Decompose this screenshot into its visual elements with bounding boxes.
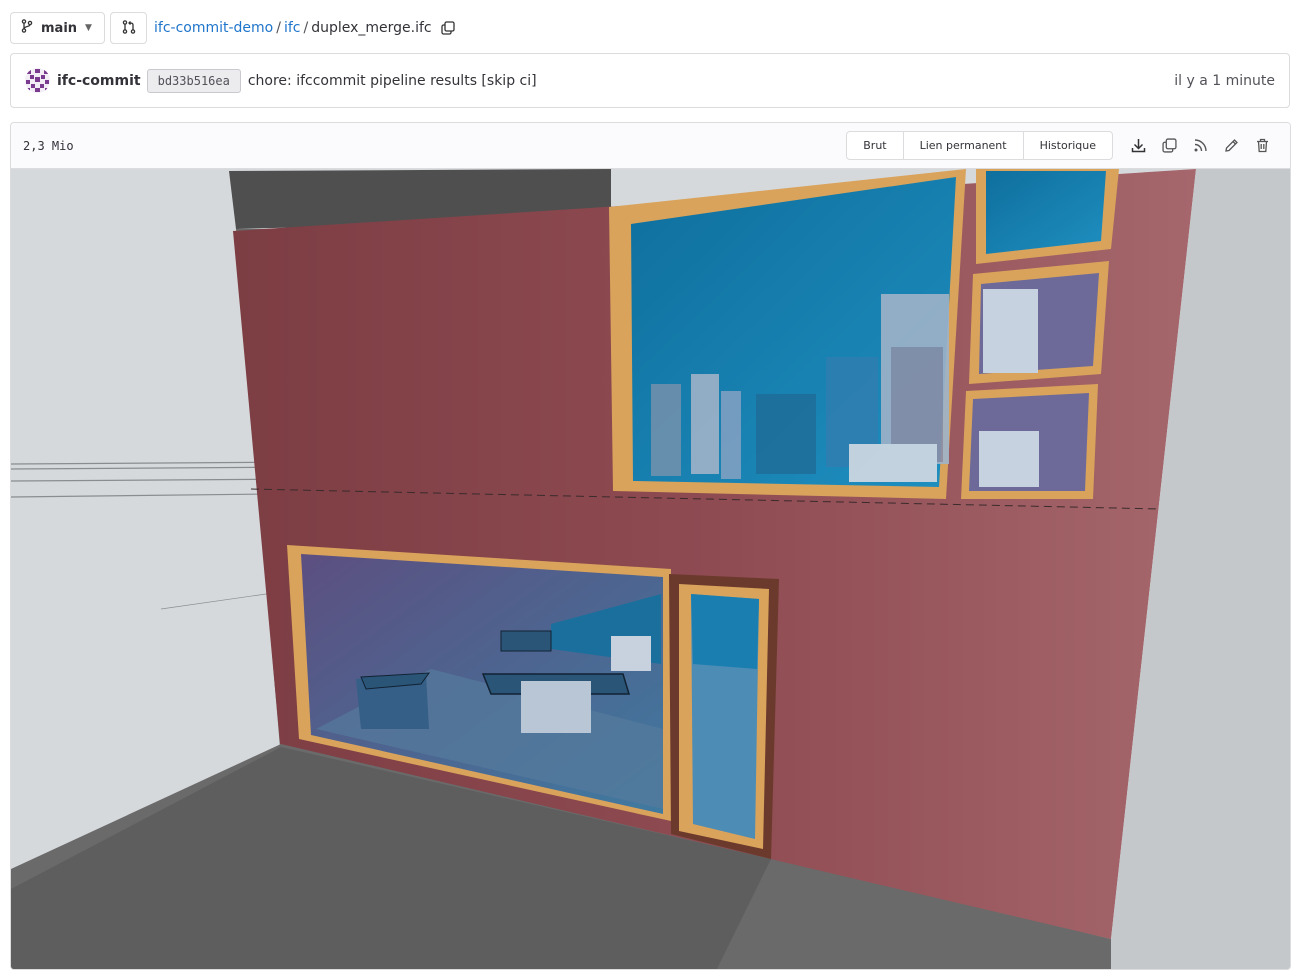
copy-path-icon[interactable]: [440, 21, 455, 35]
commit-message[interactable]: chore: ifccommit pipeline results [skip …: [248, 73, 537, 89]
commit-time: il y a 1 minute: [1174, 72, 1275, 89]
upper-right-furniture-1: [983, 289, 1038, 373]
breadcrumb-separator: /: [276, 20, 281, 36]
merge-request-icon: [122, 19, 136, 38]
rss-icon[interactable]: [1185, 131, 1216, 160]
file-header: 2,3 Mio Brut Lien permanent Historique: [11, 123, 1290, 169]
commit-author[interactable]: ifc-commit: [57, 73, 141, 89]
merge-request-button[interactable]: [110, 12, 147, 44]
branch-icon: [21, 19, 33, 37]
upper-right-furniture-2: [979, 431, 1039, 487]
permalink-button[interactable]: Lien permanent: [902, 132, 1023, 159]
commit-sha-badge[interactable]: bd33b516ea: [146, 68, 241, 93]
breadcrumb-separator: /: [303, 20, 309, 36]
file-holder: 2,3 Mio Brut Lien permanent Historique: [10, 122, 1291, 970]
door-glass-upper: [691, 594, 759, 669]
breadcrumb: ifc-commit-demo / ifc / duplex_merge.ifc: [154, 20, 455, 36]
download-icon[interactable]: [1123, 131, 1154, 160]
breadcrumb-project-link[interactable]: ifc-commit-demo: [154, 20, 273, 36]
top-toolbar: main ▼ ifc-commit-demo / ifc / duplex_me…: [10, 12, 455, 44]
branch-name: main: [41, 20, 78, 36]
chevron-down-icon: ▼: [85, 23, 92, 33]
delete-icon[interactable]: [1247, 131, 1278, 160]
breadcrumb-file-name: duplex_merge.ifc: [311, 20, 432, 36]
file-size: 2,3 Mio: [23, 138, 74, 153]
breadcrumb-folder-link[interactable]: ifc: [284, 20, 301, 36]
raw-button[interactable]: Brut: [847, 132, 902, 159]
ifc-3d-viewer[interactable]: [11, 169, 1290, 969]
edit-icon[interactable]: [1216, 131, 1247, 160]
file-icon-actions: [1123, 131, 1278, 160]
file-actions-group: Brut Lien permanent Historique: [846, 131, 1113, 160]
avatar[interactable]: [25, 68, 50, 93]
history-button[interactable]: Historique: [1022, 132, 1112, 159]
3d-model-render: [11, 169, 1290, 969]
last-commit-bar: ifc-commit bd33b516ea chore: ifccommit p…: [10, 53, 1290, 108]
upper-right-window-1-glass: [986, 171, 1106, 254]
branch-selector-button[interactable]: main ▼: [10, 12, 105, 44]
copy-contents-icon[interactable]: [1154, 131, 1185, 160]
